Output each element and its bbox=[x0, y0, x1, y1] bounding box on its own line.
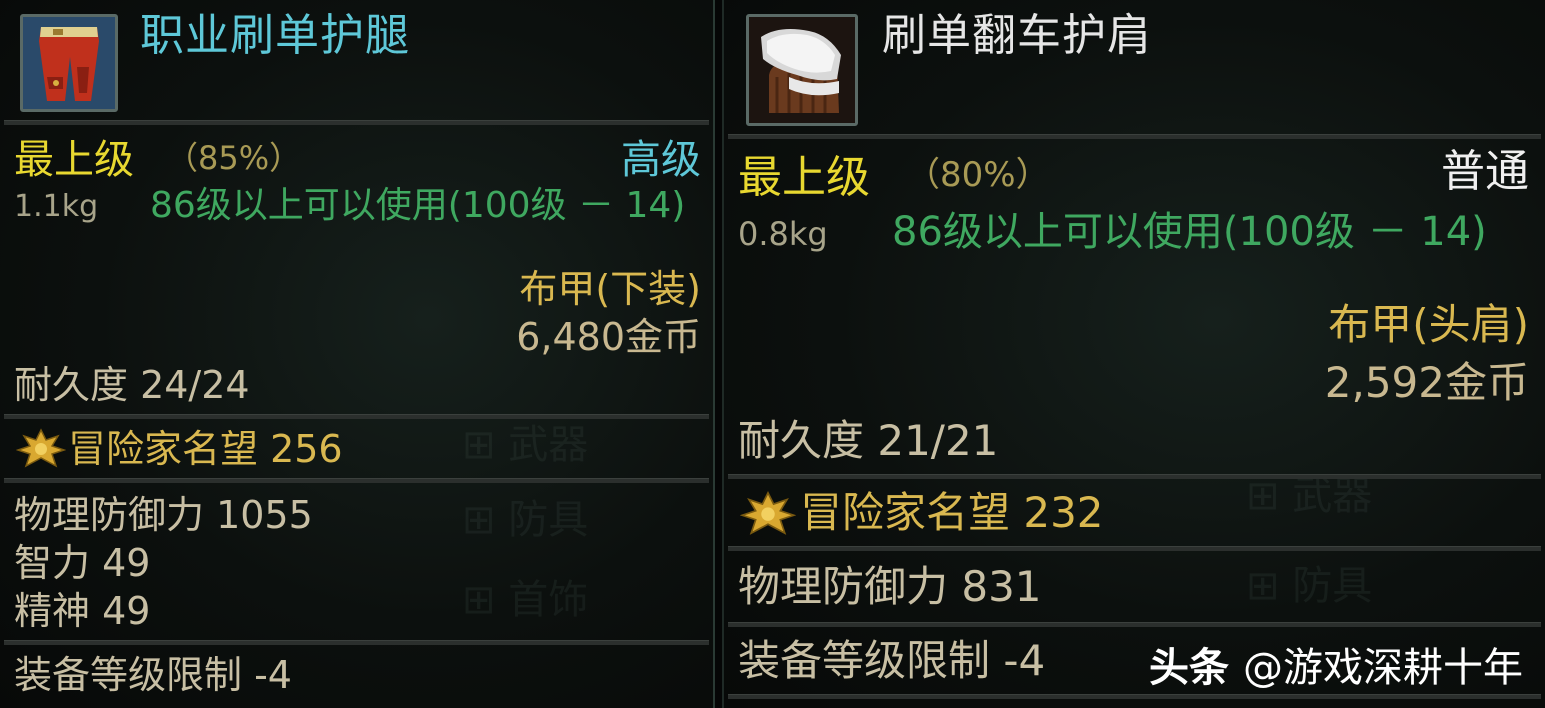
background-ghost-menu: ⊞ 武器 bbox=[1246, 473, 1373, 519]
level-requirement: 86级以上可以使用(100级 － 14) bbox=[892, 209, 1487, 255]
item-tooltip-right: ⊞ 武器 ⊞ 防具 刷单翻车护肩 最上级 （80%） 普通 0.8kg 86级以… bbox=[722, 0, 1545, 708]
stat-intelligence: 智力 49 bbox=[14, 541, 151, 585]
sell-price: 2,592金币 bbox=[1324, 358, 1529, 407]
durability: 耐久度 24/24 bbox=[14, 363, 250, 407]
watermark-brand: 头条 bbox=[1149, 645, 1229, 691]
watermark-handle: @游戏深耕十年 bbox=[1243, 645, 1523, 691]
level-requirement: 86级以上可以使用(100级 － 14) bbox=[150, 185, 686, 226]
item-tooltip-left: ⊞ 武器 ⊞ 防具 ⊞ 首饰 职业刷单护腿 最上级 （85%） 高级 1.1kg… bbox=[0, 0, 715, 708]
armor-type: 布甲(下装) bbox=[519, 267, 701, 311]
stat-spirit: 精神 49 bbox=[14, 589, 151, 633]
divider bbox=[728, 474, 1541, 479]
divider bbox=[4, 120, 709, 125]
item-name: 职业刷单护腿 bbox=[140, 10, 410, 61]
weight: 1.1kg bbox=[14, 189, 99, 224]
grade-label: 普通 bbox=[1441, 146, 1529, 197]
divider bbox=[728, 546, 1541, 551]
background-ghost-menu: ⊞ 防具 bbox=[1246, 563, 1373, 609]
adventurer-fame: 冒险家名望 232 bbox=[800, 488, 1104, 537]
durability: 耐久度 21/21 bbox=[738, 416, 999, 465]
background-ghost-menu: ⊞ 防具 bbox=[462, 497, 589, 543]
shoulder-pad-icon bbox=[749, 17, 855, 123]
sell-price: 6,480金币 bbox=[516, 315, 701, 359]
grade-label: 高级 bbox=[621, 137, 701, 183]
panel-gap bbox=[715, 0, 722, 708]
rarity-percent: （80%） bbox=[906, 155, 1050, 195]
equipment-level-limit: 装备等级限制 -4 bbox=[738, 636, 1046, 685]
divider bbox=[728, 622, 1541, 627]
stat-physical-defense: 物理防御力 1055 bbox=[14, 493, 313, 537]
divider bbox=[4, 478, 709, 483]
background-ghost-menu: ⊞ 首饰 bbox=[462, 577, 589, 623]
divider bbox=[4, 640, 709, 645]
rarity-percent: （85%） bbox=[166, 139, 302, 177]
red-pants-icon bbox=[23, 17, 115, 109]
divider bbox=[728, 694, 1541, 699]
fame-medal-icon bbox=[16, 428, 66, 468]
stat-physical-defense: 物理防御力 831 bbox=[738, 562, 1042, 611]
fame-medal-icon bbox=[740, 490, 796, 535]
divider bbox=[4, 414, 709, 419]
item-icon-left bbox=[20, 14, 118, 112]
background-ghost-menu: ⊞ 武器 bbox=[462, 422, 589, 468]
equipment-level-limit: 装备等级限制 -4 bbox=[14, 653, 292, 697]
adventurer-fame: 冒险家名望 256 bbox=[68, 427, 343, 471]
divider bbox=[728, 134, 1541, 139]
item-name: 刷单翻车护肩 bbox=[882, 10, 1152, 61]
rarity-label: 最上级 bbox=[738, 152, 870, 203]
armor-type: 布甲(头肩) bbox=[1328, 300, 1529, 349]
rarity-label: 最上级 bbox=[14, 137, 134, 183]
watermark: 头条 @游戏深耕十年 bbox=[1149, 648, 1523, 688]
item-icon-right bbox=[746, 14, 858, 126]
weight: 0.8kg bbox=[738, 215, 828, 253]
